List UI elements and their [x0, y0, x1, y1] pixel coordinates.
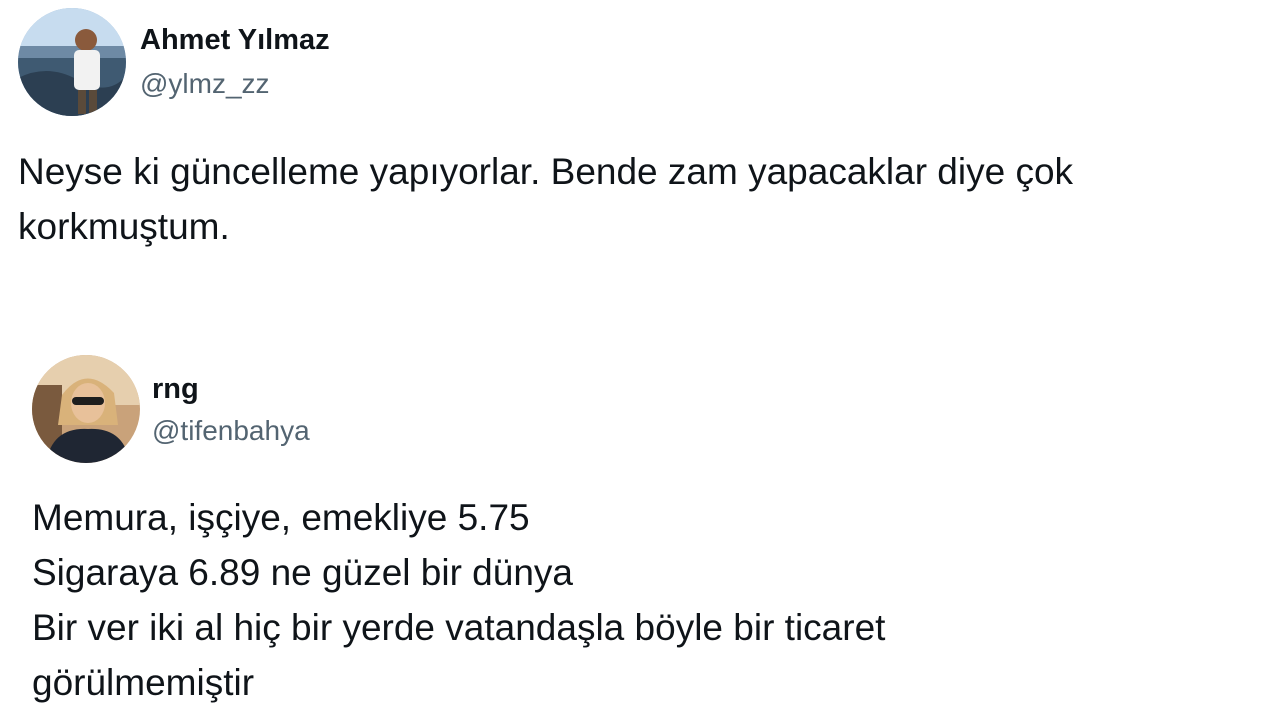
display-name[interactable]: Ahmet Yılmaz [140, 24, 330, 57]
tweet-card: rng @tifenbahya Memura, işçiye, emekliye… [0, 340, 1280, 721]
user-handle[interactable]: @tifenbahya [152, 415, 310, 447]
avatar[interactable] [32, 355, 140, 463]
avatar[interactable] [18, 8, 126, 116]
tweet-text-line: korkmuştum. [18, 206, 230, 247]
tweet-text-line: görülmemiştir [32, 662, 255, 703]
tweet-text: Memura, işçiye, emekliye 5.75 Sigaraya 6… [32, 490, 1232, 710]
tweet-text-line: Sigaraya 6.89 ne güzel bir dünya [32, 552, 573, 593]
user-handle[interactable]: @ylmz_zz [140, 68, 270, 100]
avatar-photo [18, 8, 126, 116]
tweet-screenshot: Ahmet Yılmaz @ylmz_zz Neyse ki güncellem… [0, 0, 1280, 721]
tweet-text-line: Bir ver iki al hiç bir yerde vatandaşla … [32, 607, 886, 648]
tweet-text-line: Neyse ki güncelleme yapıyorlar. Bende za… [18, 151, 1074, 192]
display-name[interactable]: rng [152, 373, 199, 406]
tweet-card: Ahmet Yılmaz @ylmz_zz Neyse ki güncellem… [0, 0, 1280, 300]
avatar-photo [32, 355, 140, 463]
tweet-text-line: Memura, işçiye, emekliye 5.75 [32, 497, 530, 538]
tweet-text: Neyse ki güncelleme yapıyorlar. Bende za… [18, 144, 1238, 254]
